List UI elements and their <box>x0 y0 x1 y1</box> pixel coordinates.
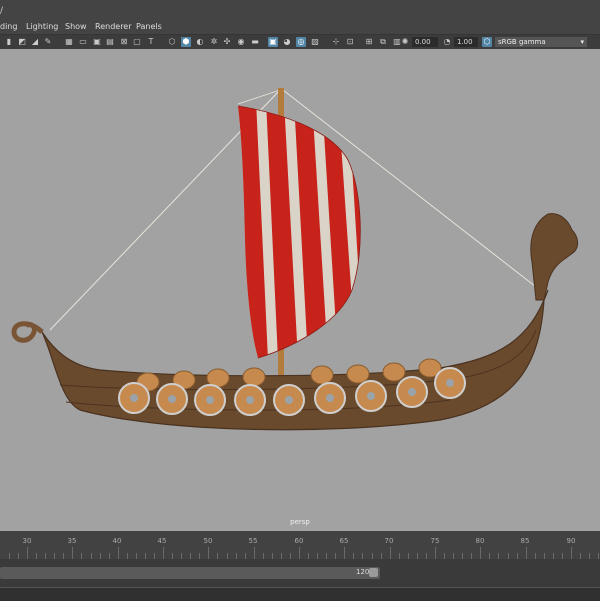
frame-tick <box>117 547 119 559</box>
camera-name-label: persp <box>290 518 310 526</box>
gate-mask-icon[interactable]: ▤ <box>105 37 115 47</box>
camera-attributes-icon[interactable]: ◢ <box>30 37 40 47</box>
frame-tick <box>72 547 74 559</box>
field-chart-icon[interactable]: ⊠ <box>119 37 129 47</box>
menu-item-shading[interactable]: ding <box>0 22 17 31</box>
smooth-shade-icon[interactable]: ⬢ <box>181 37 191 47</box>
shield <box>118 382 150 414</box>
frame-tick-label: 85 <box>520 537 530 545</box>
frame-tick <box>480 547 482 559</box>
gamma-field[interactable]: 1.00 <box>454 37 478 47</box>
frame-all-icon[interactable]: ⊡ <box>345 37 355 47</box>
lock-camera-icon[interactable]: ◩ <box>17 37 27 47</box>
striped-sail <box>238 106 361 358</box>
longship-render <box>11 88 579 431</box>
frame-tick <box>27 547 28 559</box>
title-fragment: / <box>0 6 4 16</box>
frame-tick-label: 70 <box>384 537 394 545</box>
isolate-select-icon[interactable]: ◕ <box>282 37 292 47</box>
two-pane-icon[interactable]: ⧉ <box>378 37 388 47</box>
frame-tick-label: 90 <box>566 537 576 545</box>
shield <box>194 384 226 416</box>
frame-tick <box>571 547 572 559</box>
view-transform-value: sRGB gamma <box>498 38 546 46</box>
exposure-field[interactable]: 0.00 <box>412 37 438 47</box>
resolution-gate-icon[interactable]: ▣ <box>92 37 102 47</box>
default-material-icon[interactable]: ◐ <box>195 37 205 47</box>
range-slider-bar: 120 <box>0 559 600 587</box>
select-camera-icon[interactable]: ▮ <box>4 37 14 47</box>
panel-toolbar: ▮ ◩ ◢ ✎ ▦ ▭ ▣ ▤ ⊠ ▢ T ⬡ ⬢ ◐ ✲ ✣ ◉ ▬ ▣ ◕ … <box>0 34 600 50</box>
title-strip: / <box>0 0 600 20</box>
frame-tick <box>344 547 346 559</box>
shield <box>234 384 266 416</box>
stern-curl <box>11 321 44 343</box>
anti-alias-icon[interactable]: ▨ <box>310 37 320 47</box>
frame-tick-label: 55 <box>248 537 258 545</box>
frame-tick-label: 80 <box>475 537 485 545</box>
menu-item-panels[interactable]: Panels <box>136 22 162 31</box>
range-handle[interactable] <box>369 568 378 577</box>
frame-tick-label: 35 <box>67 537 77 545</box>
textured-icon[interactable]: ✲ <box>209 37 219 47</box>
menu-item-renderer[interactable]: Renderer <box>95 22 132 31</box>
shield <box>273 384 305 416</box>
grid-icon[interactable]: ▦ <box>64 37 74 47</box>
range-slider[interactable] <box>0 567 380 579</box>
shield <box>355 380 387 412</box>
frame-tick-label: 50 <box>203 537 213 545</box>
frame-selected-icon[interactable]: ⊞ <box>364 37 374 47</box>
shield <box>314 382 346 414</box>
frame-tick <box>253 547 255 559</box>
menu-item-lighting[interactable]: Lighting <box>26 22 58 31</box>
wireframe-icon[interactable]: ⬡ <box>167 37 177 47</box>
lights-icon[interactable]: ✣ <box>222 37 232 47</box>
frame-tick-label: 60 <box>294 537 304 545</box>
frame-tick-label: 45 <box>157 537 167 545</box>
exposure-icon[interactable]: ✺ <box>400 37 410 47</box>
frame-tick-label: 75 <box>430 537 440 545</box>
gamma-icon[interactable]: ◔ <box>442 37 452 47</box>
film-gate-icon[interactable]: ▭ <box>78 37 88 47</box>
frame-tick-label: 65 <box>339 537 349 545</box>
bottom-status-bar <box>0 587 600 601</box>
frame-tick <box>435 547 436 559</box>
hud-icon[interactable]: ⊹ <box>331 37 341 47</box>
dragon-head <box>530 213 579 301</box>
frame-tick <box>389 547 391 559</box>
screen-space-ao-icon[interactable]: ▬ <box>250 37 260 47</box>
color-management-icon[interactable]: ⬡ <box>482 37 492 47</box>
frame-tick <box>208 547 210 559</box>
shield <box>434 367 466 399</box>
frame-tick <box>299 547 300 559</box>
view-transform-select[interactable]: sRGB gamma ▾ <box>495 37 587 47</box>
menu-bar: ding Lighting Show Renderer Panels <box>0 20 600 34</box>
time-slider[interactable]: 30 35 40 45 50 55 60 65 70 75 80 85 90 <box>0 531 600 559</box>
perspective-viewport[interactable] <box>0 49 600 531</box>
safe-title-icon[interactable]: T <box>146 37 156 47</box>
safe-action-icon[interactable]: ▢ <box>132 37 142 47</box>
frame-tick-label: 30 <box>22 537 32 545</box>
shield <box>156 383 188 415</box>
xray-icon[interactable]: ▣ <box>268 37 278 47</box>
chevron-down-icon: ▾ <box>580 38 584 46</box>
frame-tick-label: 40 <box>112 537 122 545</box>
menu-item-show[interactable]: Show <box>65 22 87 31</box>
shield <box>396 376 428 408</box>
frame-tick <box>163 547 164 559</box>
motion-blur-icon[interactable]: ◎ <box>296 37 306 47</box>
frame-tick <box>525 547 527 559</box>
bookmark-icon[interactable]: ✎ <box>43 37 53 47</box>
shadows-icon[interactable]: ◉ <box>236 37 246 47</box>
range-end-value: 120 <box>356 568 370 576</box>
